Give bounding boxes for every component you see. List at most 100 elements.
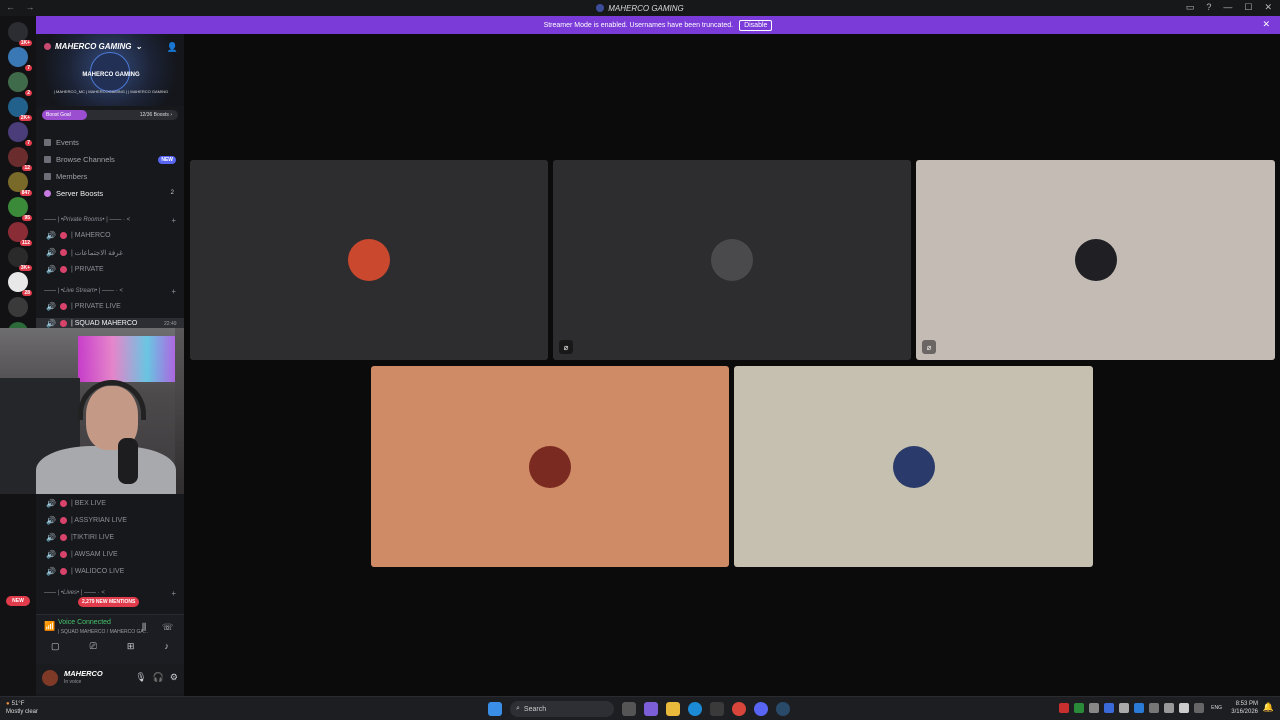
language-indicator[interactable]: ENG [1211, 705, 1222, 711]
camera-icon[interactable]: ▢ [51, 641, 60, 652]
maximize-button[interactable]: ☐ [1244, 2, 1252, 13]
server-icon[interactable]: 7 [8, 122, 32, 146]
server-icon[interactable]: 1K+ [8, 22, 32, 46]
voice-channel[interactable]: 🔊 | MAHERCO [46, 231, 111, 240]
tray-app-icon[interactable] [1089, 703, 1099, 713]
add-channel-icon[interactable]: + [171, 216, 176, 225]
server-icon[interactable] [8, 297, 28, 317]
server-icon[interactable]: 2 [8, 72, 32, 96]
voice-channel[interactable]: 🔊 | غرفة الاجتماعات [46, 248, 123, 257]
voice-channel[interactable]: 🔊 | WALIDCO LIVE [46, 567, 124, 576]
screen-share-icon[interactable]: ⎚ [90, 641, 97, 652]
server-icon [44, 43, 51, 50]
server-icon[interactable]: 112 [8, 222, 32, 246]
channel-emoji-icon [59, 517, 67, 524]
copilot-icon[interactable] [644, 702, 658, 716]
tray-record-icon[interactable] [1059, 703, 1069, 713]
voice-channel[interactable]: 🔊 | AWSAM LIVE [46, 550, 118, 559]
new-mentions-badge[interactable]: 2,279 NEW MENTIONS [78, 597, 140, 607]
discord-icon[interactable] [754, 702, 768, 716]
new-unreads-badge[interactable]: NEW [6, 596, 30, 606]
menu-server-boosts[interactable]: Server Boosts [44, 189, 103, 198]
participant-tile[interactable] [190, 160, 548, 360]
nav-arrows[interactable]: ← → [6, 2, 39, 12]
tray-app-icon[interactable] [1194, 703, 1204, 713]
server-banner[interactable]: MAHERCO GAMING ⌄ 👤 MAHERCO GAMING | MAHE… [36, 34, 184, 106]
server-icon[interactable]: 3K+ [8, 247, 32, 271]
server-icon[interactable]: 28 [8, 272, 32, 296]
invite-people-icon[interactable]: 👤 [167, 42, 178, 53]
voice-channel-name[interactable]: | SQUAD MAHERCO / MAHERCO GA... [58, 629, 148, 635]
voice-status[interactable]: Voice Connected [58, 619, 111, 626]
participant-avatar [711, 239, 753, 281]
file-explorer-icon[interactable] [666, 702, 680, 716]
soundboard-icon[interactable]: ♪ [164, 641, 169, 652]
chrome-icon[interactable] [732, 702, 746, 716]
help-icon[interactable]: ? [1206, 2, 1211, 13]
channel-label: | غرفة الاجتماعات [70, 249, 123, 257]
tray-app-icon[interactable] [1149, 703, 1159, 713]
activities-icon[interactable]: ⊞ [127, 641, 135, 652]
add-channel-icon[interactable]: + [171, 287, 176, 296]
store-icon[interactable] [710, 702, 724, 716]
channel-category[interactable]: —— | •Lives• | —— · < [44, 590, 105, 596]
edge-icon[interactable] [688, 702, 702, 716]
headphones-icon[interactable]: 🎧 [153, 672, 164, 683]
bluetooth-icon[interactable] [1134, 703, 1144, 713]
notification-bell-icon[interactable]: 🔔 [1263, 702, 1274, 713]
voice-channel[interactable]: 🔊 | SQUAD MAHERCO 22:49 [46, 319, 177, 328]
channel-category[interactable]: —— | •Live Stream• | —— · < [44, 288, 123, 294]
participant-tile[interactable] [371, 366, 729, 567]
server-name-header[interactable]: MAHERCO GAMING ⌄ [44, 42, 142, 51]
participant-tile[interactable]: ⌀ [916, 160, 1275, 360]
server-icon[interactable]: 95 [8, 197, 32, 221]
start-icon[interactable] [488, 702, 502, 716]
participant-avatar [892, 445, 935, 488]
username[interactable]: MAHERCO [64, 669, 103, 678]
server-icon[interactable]: 847 [8, 172, 32, 196]
tray-app-icon[interactable] [1119, 703, 1129, 713]
menu-label: Browse Channels [56, 155, 115, 164]
minimize-button[interactable]: — [1223, 2, 1232, 13]
weather-widget[interactable]: 51°F Mostly clear [6, 700, 38, 716]
participant-tile[interactable] [734, 366, 1093, 567]
menu-members[interactable]: Members [44, 172, 87, 181]
boost-goal-label: Boost Goal [46, 112, 71, 118]
close-window-button[interactable]: ✕ [1264, 2, 1272, 13]
tray-app-icon[interactable] [1164, 703, 1174, 713]
close-banner-icon[interactable]: ✕ [1262, 19, 1270, 30]
inbox-icon[interactable]: ▭ [1186, 2, 1195, 13]
channel-category[interactable]: —— | •Private Rooms• | —— · < [44, 217, 130, 223]
clock[interactable]: 8:53 PM 3/16/2026 [1231, 700, 1258, 716]
tray-app-icon[interactable] [1074, 703, 1084, 713]
signal-icon[interactable]: 📶 [44, 621, 55, 632]
steam-icon[interactable] [776, 702, 790, 716]
channel-label: | SQUAD MAHERCO [70, 320, 138, 327]
voice-channel[interactable]: 🔊 | PRIVATE [46, 265, 104, 274]
channel-emoji-icon [59, 266, 67, 273]
noise-suppression-icon[interactable]: ⫼ [142, 622, 146, 633]
boost-goal-bar[interactable]: Boost Goal 12/36 Boosts › [42, 110, 178, 120]
channel-emoji-icon [59, 551, 67, 558]
participant-tile[interactable]: ⌀ [553, 160, 911, 360]
tray-app-icon[interactable] [1179, 703, 1189, 713]
taskbar-search[interactable]: ⌕ Search [510, 701, 614, 717]
voice-channel[interactable]: 🔊 |TIKTIRI LIVE [46, 533, 114, 542]
clock-time: 8:53 PM [1235, 701, 1258, 707]
task-view-icon[interactable] [622, 702, 636, 716]
microphone-icon[interactable]: 🎙 [135, 672, 146, 683]
disable-streamer-mode-button[interactable]: Disable [739, 19, 773, 31]
menu-browse-channels[interactable]: Browse Channels [44, 155, 115, 164]
avatar[interactable] [42, 670, 58, 686]
tray-app-icon[interactable] [1104, 703, 1114, 713]
voice-channel[interactable]: 🔊 | PRIVATE LIVE [46, 302, 121, 311]
server-icon[interactable]: 2K+ [8, 97, 32, 121]
server-icon[interactable]: 12 [8, 147, 32, 171]
settings-gear-icon[interactable]: ⚙ [170, 672, 178, 683]
menu-events[interactable]: Events [44, 138, 79, 147]
add-channel-icon[interactable]: + [171, 589, 176, 598]
server-icon[interactable]: 7 [8, 47, 32, 71]
voice-channel[interactable]: 🔊 | ASSYRIAN LIVE [46, 516, 127, 525]
disconnect-icon[interactable]: ☏ [162, 622, 173, 633]
voice-channel[interactable]: 🔊 | BEX LIVE [46, 499, 106, 508]
